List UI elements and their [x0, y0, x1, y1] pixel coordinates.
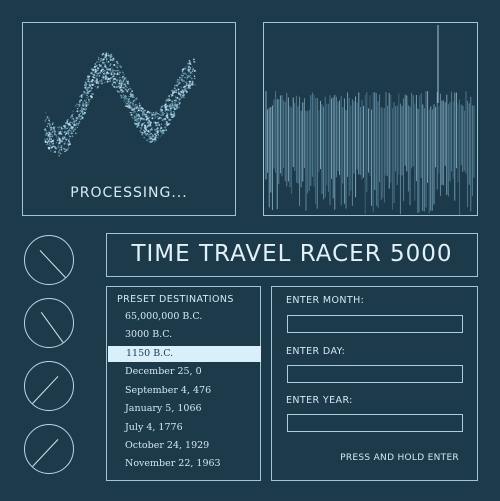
- year-label: ENTER YEAR:: [286, 395, 353, 406]
- day-label: ENTER DAY:: [286, 346, 346, 357]
- waveform-bars: [265, 25, 475, 215]
- waveform-panel: [263, 22, 478, 216]
- dial-needle: [32, 376, 59, 404]
- preset-destinations-header: PRESET DESTINATIONS: [117, 294, 234, 305]
- month-label: ENTER MONTH:: [286, 295, 365, 306]
- dial-4[interactable]: [24, 424, 74, 474]
- preset-item-jan-5-1066[interactable]: January 5, 1066: [107, 401, 260, 417]
- dial-2[interactable]: [24, 298, 74, 348]
- preset-item-65000000-bc[interactable]: 65,000,000 B.C.: [107, 309, 260, 325]
- preset-item-dec-25-0[interactable]: December 25, 0: [107, 364, 260, 380]
- waveform-graphic: [265, 25, 475, 215]
- processing-panel: PROCESSING...: [22, 22, 236, 216]
- dial-needle: [32, 439, 59, 467]
- preset-item-1150-bc[interactable]: 1150 B.C.: [108, 346, 261, 362]
- app-title: TIME TRAVEL RACER 5000: [131, 241, 453, 267]
- preset-item-sep-4-476[interactable]: September 4, 476: [107, 383, 260, 399]
- day-input[interactable]: [287, 365, 463, 383]
- particle-swirl: [44, 52, 196, 157]
- preset-destinations-panel: PRESET DESTINATIONS 65,000,000 B.C. 3000…: [106, 286, 261, 481]
- preset-item-nov-22-1963[interactable]: November 22, 1963: [107, 456, 260, 472]
- date-entry-panel: ENTER MONTH: ENTER DAY: ENTER YEAR: PRES…: [271, 286, 478, 481]
- dial-needle: [39, 250, 66, 278]
- dial-3[interactable]: [24, 361, 74, 411]
- processing-status-text: PROCESSING...: [70, 185, 188, 201]
- month-input[interactable]: [287, 315, 463, 333]
- press-and-hold-enter-label[interactable]: PRESS AND HOLD ENTER: [340, 453, 459, 463]
- year-input[interactable]: [287, 414, 463, 432]
- preset-item-3000-bc[interactable]: 3000 B.C.: [107, 327, 260, 343]
- dial-needle: [40, 312, 64, 343]
- title-banner: TIME TRAVEL RACER 5000: [106, 233, 478, 277]
- preset-item-oct-24-1929[interactable]: October 24, 1929: [107, 438, 260, 454]
- preset-item-jul-4-1776[interactable]: July 4, 1776: [107, 420, 260, 436]
- dial-1[interactable]: [24, 235, 74, 285]
